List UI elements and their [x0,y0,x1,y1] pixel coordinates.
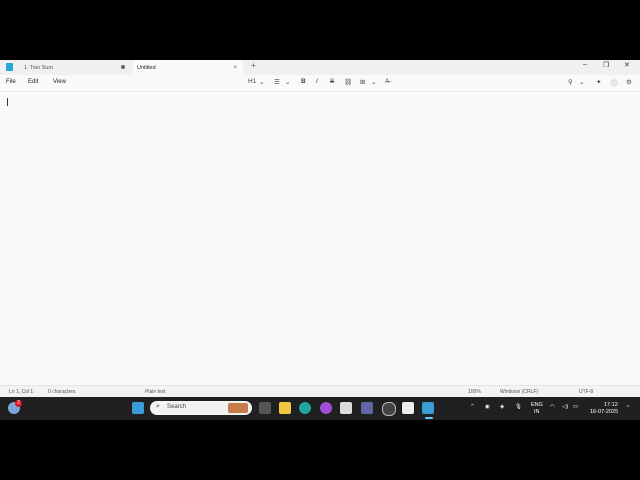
teams-icon[interactable] [361,402,373,414]
chevron-down-icon[interactable]: ⌄ [259,78,264,86]
format-mode[interactable]: Plain text [145,389,166,395]
markdown-icon[interactable]: ⚲ [568,78,573,86]
microphone-icon[interactable]: 🎙 [515,404,522,410]
zoom-level[interactable]: 100% [468,389,481,395]
active-app-indicator [425,417,433,419]
copilot-app-icon[interactable] [320,402,332,414]
tray-app-icon[interactable]: ◈ [500,404,504,410]
chevron-down-icon[interactable]: ⌄ [285,78,290,86]
bold-button[interactable]: B [301,78,306,85]
line-ending[interactable]: Windows (CRLF) [500,389,538,395]
menu-bar: File Edit View H1 ⌄ ☰ ⌄ B I S ⛓ ⊞ ⌄ A̶ ⚲… [0,75,640,92]
language-code[interactable]: ENG [531,402,543,408]
wifi-icon[interactable]: ◠ [550,404,555,410]
search-box[interactable]: ⌕ Search [150,401,252,415]
tab-bar: 1. Two Sum Untitled × + – ❐ ✕ [0,60,640,75]
volume-icon[interactable]: ◁) [562,404,568,410]
character-count: 0 characters [48,389,76,395]
link-icon[interactable]: ⛓ [344,78,352,86]
language-region[interactable]: IN [534,409,540,415]
store-icon[interactable] [340,402,352,414]
tab-untitled[interactable]: Untitled × [133,60,243,75]
menu-file[interactable]: File [6,79,16,85]
search-label: Search [167,404,187,410]
maximize-button[interactable]: ❐ [603,61,609,69]
encoding[interactable]: UTF-8 [579,389,593,395]
tab-label: 1. Two Sum [24,64,53,71]
clear-formatting-icon[interactable]: A̶ [385,78,389,85]
chevron-up-icon[interactable]: ⌃ [470,404,475,410]
search-icon: ⌕ [156,403,160,410]
search-highlight-icon [228,403,248,413]
list-icon[interactable]: ☰ [274,78,280,86]
minimize-button[interactable]: – [583,61,587,68]
new-tab-button[interactable]: + [251,61,256,70]
close-button[interactable]: ✕ [624,61,630,69]
chevron-down-icon[interactable]: ⌄ [371,78,376,86]
gear-icon[interactable]: ⚙ [626,78,632,86]
clock-date[interactable]: 16-07-2025 [590,409,618,415]
battery-icon[interactable]: ▭ [573,404,578,410]
task-view-icon[interactable] [259,402,271,414]
table-icon[interactable]: ⊞ [360,78,365,86]
text-editor[interactable] [0,92,640,382]
notification-badge: 2 [15,400,22,407]
tray-app-icon[interactable]: ◉ [485,404,490,410]
italic-button[interactable]: I [316,78,318,85]
menu-view[interactable]: View [53,79,66,85]
file-explorer-icon[interactable] [279,402,291,414]
notepad-taskbar-icon[interactable] [422,402,434,414]
text-cursor [7,98,8,106]
unsaved-dot-icon [121,65,125,69]
edge-icon[interactable] [299,402,311,414]
menu-edit[interactable]: Edit [28,79,38,85]
notifications-icon[interactable]: ◔ [626,404,629,410]
tab-two-sum[interactable]: 1. Two Sum [0,60,131,75]
clock-time[interactable]: 17:12 [604,402,618,408]
tab-label: Untitled [137,64,156,71]
strikethrough-button[interactable]: S [330,78,334,85]
copilot-icon[interactable]: ✦ [596,78,601,86]
github-icon[interactable] [382,402,396,416]
avatar[interactable] [610,79,618,87]
cursor-position: Ln 1, Col 1 [9,389,34,395]
notepad-app-icon [6,63,13,71]
start-icon[interactable] [132,402,144,414]
close-tab-icon[interactable]: × [233,65,237,71]
chevron-down-icon[interactable]: ⌄ [579,78,584,86]
notepad-window: 1. Two Sum Untitled × + – ❐ ✕ File Edit … [0,60,640,398]
heading-dropdown[interactable]: H1 [248,78,256,85]
snipping-tool-icon[interactable] [402,402,414,414]
taskbar: 2 ⌕ Search ⌃ ◉ ◈ 🎙 ENG IN ◠ ◁) ▭ 17:12 1… [0,397,640,420]
